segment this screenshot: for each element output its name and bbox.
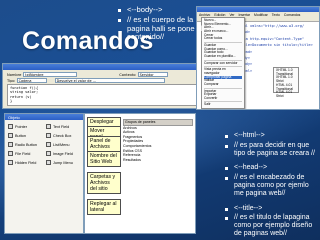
form-field-c: Cadena xyxy=(16,78,47,83)
tool-label: Radio Button xyxy=(15,142,37,147)
menubar-item: Comandos xyxy=(283,12,301,17)
panels-screenshot: Grupos de paneles Archivos Activos Fragm… xyxy=(84,113,196,234)
callout-label: Carpetas y Archivos del sitio xyxy=(87,172,121,194)
tool-label: Image Field xyxy=(53,151,73,156)
tool-label: List/Menu xyxy=(53,142,70,147)
menu-item: Convertir xyxy=(204,95,218,100)
form-label-c: Tipo xyxy=(7,78,15,83)
form-code-area: function f(){ string valor; return (v) } xyxy=(7,84,211,106)
code-line: <title>Documento sin título</title> xyxy=(237,43,313,48)
form-field-a: txtNombre xyxy=(23,72,78,77)
hidden-field-icon xyxy=(8,160,13,165)
tool-label: File Field xyxy=(15,151,31,156)
tool-label: Pointer xyxy=(15,124,28,129)
checkbox-icon xyxy=(46,133,51,138)
pointer-icon xyxy=(8,124,13,129)
top-bullet-list: <--body--> // es el cuerpo de la pagina … xyxy=(118,5,218,44)
radio-icon xyxy=(8,142,13,147)
menubar-item: Ver xyxy=(229,12,235,17)
bullet-text: // es el encabezado de pagina como por e… xyxy=(225,174,317,197)
slide: Nombre txtNombre Contexto Servidor Tipo … xyxy=(0,0,320,240)
code-line: } xyxy=(10,99,13,104)
menubar-item: Modificar xyxy=(254,12,268,17)
menu-item: Salir xyxy=(204,102,211,107)
tool-label: Hidden Field xyxy=(15,160,37,165)
tool-item: List/Menu xyxy=(46,141,82,148)
tree-item: Resultados xyxy=(123,157,141,162)
callout-label: Nombre del Sitio Web xyxy=(87,151,121,167)
bullet-text: // es para decidir en que tipo de pagina… xyxy=(225,142,317,158)
button-icon xyxy=(8,133,13,138)
file-field-icon xyxy=(8,151,13,156)
panel-tree: Grupos de paneles Archivos Activos Fragm… xyxy=(123,119,193,162)
tool-label: Jump Menu xyxy=(53,160,73,165)
menubar-item: Insertar xyxy=(238,12,251,17)
tree-header: Grupos de paneles xyxy=(123,119,193,126)
callout-label: Panel de Archivos xyxy=(87,136,121,152)
form-label-a: Nombre xyxy=(7,72,22,77)
tool-label: Check Box xyxy=(53,133,72,138)
menu-item: Comparar con servidor xyxy=(204,60,238,65)
text-field-icon xyxy=(46,124,51,129)
bullet-item: <--head--> xyxy=(225,164,317,172)
menu-item: Comparar xyxy=(204,81,219,86)
window-titlebar xyxy=(3,64,215,70)
tool-item: Text Field xyxy=(46,123,82,130)
tool-item: Pointer xyxy=(8,123,44,130)
tool-item: Check Box xyxy=(46,132,82,139)
jump-menu-icon xyxy=(46,160,51,165)
form-label-b: Contexto xyxy=(119,72,136,77)
image-field-icon xyxy=(46,151,51,156)
tool-label: Button xyxy=(15,133,26,138)
bullet-item: <--html--> xyxy=(225,132,317,140)
bullet-text: // es el titulo de lapagina como por eje… xyxy=(225,214,317,237)
tool-item: Button xyxy=(8,132,44,139)
form-desc-field: Devuelve el valor de ... xyxy=(54,78,165,83)
tool-label: Text Field xyxy=(53,124,70,129)
submenu-doctypes: XHTML 1.0 Transitional XHTML 1.0 Strict … xyxy=(273,67,299,98)
bullet-item: <--body--> xyxy=(118,5,218,14)
toolbox-title: Objeto xyxy=(5,114,83,120)
tool-item: Jump Menu xyxy=(46,159,82,166)
callout-label: Replegar al lateral xyxy=(87,199,121,215)
bullet-text: // es el cuerpo de la pagina halli se po… xyxy=(118,16,218,41)
submenu-item: HTML 4.01 Strict xyxy=(276,90,293,98)
menubar-item: Texto xyxy=(271,12,280,17)
menu-item: Guardar en plantilla... xyxy=(204,53,236,58)
tool-item: File Field xyxy=(8,150,44,157)
bullet-item: <--title--> xyxy=(225,205,317,213)
bottom-bullet-list: <--html--> // es para decidir en que tip… xyxy=(225,132,317,240)
toolbox-screenshot: Objeto Pointer Text Field Button Check B… xyxy=(4,113,84,234)
tool-item: Radio Button xyxy=(8,141,44,148)
form-editor-screenshot: Nombre txtNombre Contexto Servidor Tipo … xyxy=(2,63,216,109)
toolbox-grid: Pointer Text Field Button Check Box Radi… xyxy=(8,123,82,166)
form-field-b: Servidor xyxy=(137,72,168,77)
list-icon xyxy=(46,142,51,147)
tool-item: Image Field xyxy=(46,150,82,157)
tool-item: Hidden Field xyxy=(8,159,44,166)
